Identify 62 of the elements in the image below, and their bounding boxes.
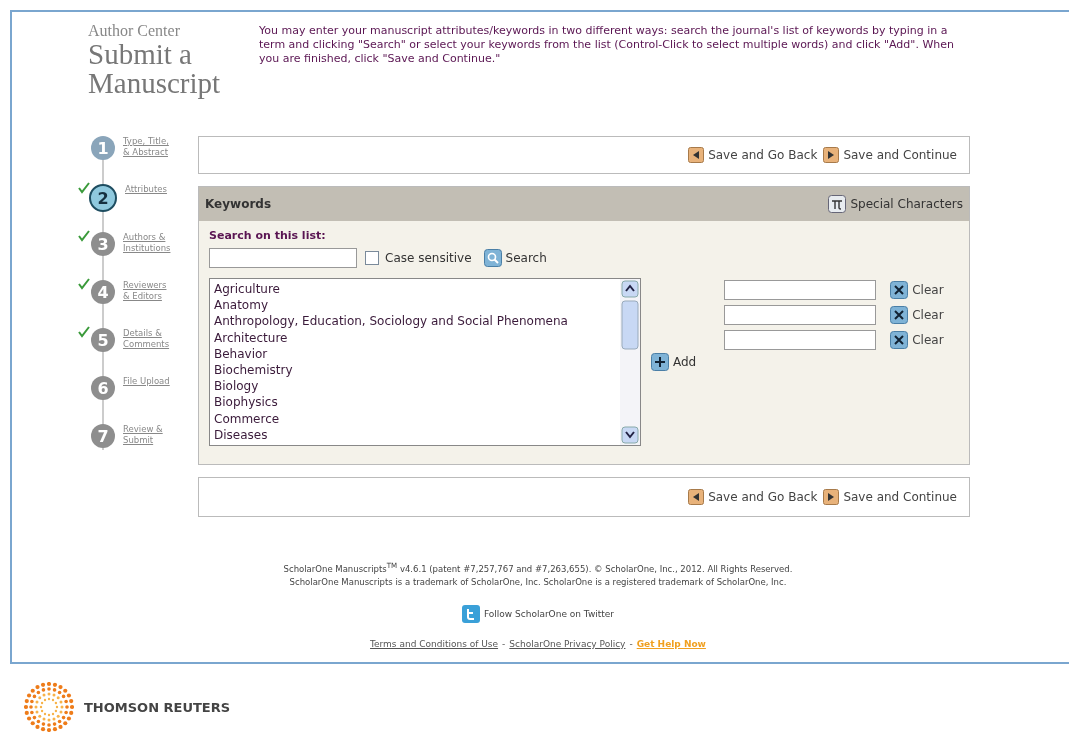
- list-item[interactable]: Architecture: [214, 329, 616, 346]
- clear-button[interactable]: Clear: [890, 306, 944, 324]
- scrollbar[interactable]: [620, 279, 640, 445]
- back-button[interactable]: Save and Go Back: [688, 147, 818, 163]
- step-link[interactable]: Reviewers & Editors: [123, 280, 171, 328]
- trademark-text: ScholarOne Manuscripts is a trademark of ScholarOne, Inc. ScholarOne is a registered trademark of ScholarOne, Inc.: [288, 575, 788, 589]
- keyword-field[interactable]: [724, 330, 877, 350]
- keyword-field[interactable]: [724, 280, 877, 300]
- clear-button[interactable]: Clear: [890, 331, 944, 349]
- list-item[interactable]: Agriculture: [214, 281, 616, 298]
- continue-button[interactable]: Save and Continue: [823, 489, 957, 505]
- logo-icon: [24, 682, 74, 732]
- step-link[interactable]: Type, Title, & Abstract: [123, 136, 171, 184]
- page-title: Submit a Manuscript: [88, 40, 222, 98]
- step-link[interactable]: Review & Submit: [123, 424, 171, 472]
- plus-icon: [651, 353, 669, 371]
- twitter-link[interactable]: Follow ScholarOne on Twitter: [461, 604, 615, 623]
- list-item[interactable]: Anthropology, Education, Sociology and Social Phenomena: [214, 313, 616, 330]
- footer-link[interactable]: ScholarOne Privacy Policy: [509, 638, 626, 649]
- list-item[interactable]: Commerce: [214, 410, 616, 427]
- list-item[interactable]: Biophysics: [214, 394, 616, 411]
- back-button[interactable]: Save and Go Back: [688, 489, 818, 505]
- checkbox[interactable]: [365, 251, 379, 265]
- keyword-field[interactable]: [724, 305, 877, 325]
- checkbox-label: Case sensitive: [385, 251, 472, 265]
- step-link[interactable]: Details & Comments: [123, 328, 171, 376]
- instructions: You may enter your manuscript attributes/keywords in two different ways: search the journal's list of keywords by typing in a term and clicking "Search" or select your keywords from the list (Control-Click to select multiple words) and click "Add". When you are finished, click "Save and Continue.": [259, 24, 955, 67]
- continue-button[interactable]: Save and Continue: [823, 147, 957, 163]
- step-number: 6: [91, 376, 115, 400]
- step-number: 7: [91, 424, 115, 448]
- step-number: 2: [89, 184, 117, 212]
- special-characters-button[interactable]: Special Characters: [828, 195, 963, 213]
- step-link[interactable]: File Upload: [123, 376, 171, 424]
- pi-icon: [828, 195, 847, 213]
- list-item[interactable]: Anatomy: [214, 297, 616, 314]
- add-button[interactable]: Add: [651, 351, 697, 373]
- section-label: Author Center: [88, 22, 181, 40]
- step-number: 1: [91, 136, 115, 160]
- step-number: 4: [91, 280, 115, 304]
- step-link[interactable]: Attributes: [125, 184, 173, 232]
- list-item[interactable]: Biochemistry: [214, 362, 616, 379]
- close-icon: [890, 331, 909, 349]
- separator: -: [502, 638, 506, 649]
- close-icon: [890, 281, 909, 299]
- brand-name: THOMSON REUTERS: [84, 699, 231, 715]
- panel-title: Keywords: [205, 197, 272, 211]
- keyword-list[interactable]: Agriculture Anatomy Anthropology, Education, Sociology and Social Phenomena Architecture Behavior Biochemistry Biology Biophysics Commerce Diseases: [209, 278, 641, 446]
- separator: -: [629, 638, 633, 649]
- step-link[interactable]: Authors & Institutions: [123, 232, 171, 280]
- search-label: Search on this list:: [209, 229, 327, 242]
- search-button[interactable]: Search: [483, 249, 547, 267]
- search-icon: [483, 249, 502, 267]
- step-number: 5: [91, 328, 115, 352]
- clear-button[interactable]: Clear: [890, 281, 944, 299]
- list-item[interactable]: Behavior: [214, 345, 616, 362]
- copyright-text: ScholarOne Manuscripts$^{TM}$ v4.6.1 (patent #7,257,767 and #7,263,655). © ScholarOne, Inc., 2012. All Rights Reserved.: [282, 560, 794, 576]
- footer-link[interactable]: Terms and Conditions of Use: [370, 638, 499, 649]
- list-item[interactable]: Biology: [214, 378, 616, 395]
- step-number: 3: [91, 232, 115, 256]
- close-icon: [890, 306, 909, 324]
- list-item[interactable]: Diseases: [214, 426, 616, 444]
- search-field[interactable]: [209, 248, 357, 268]
